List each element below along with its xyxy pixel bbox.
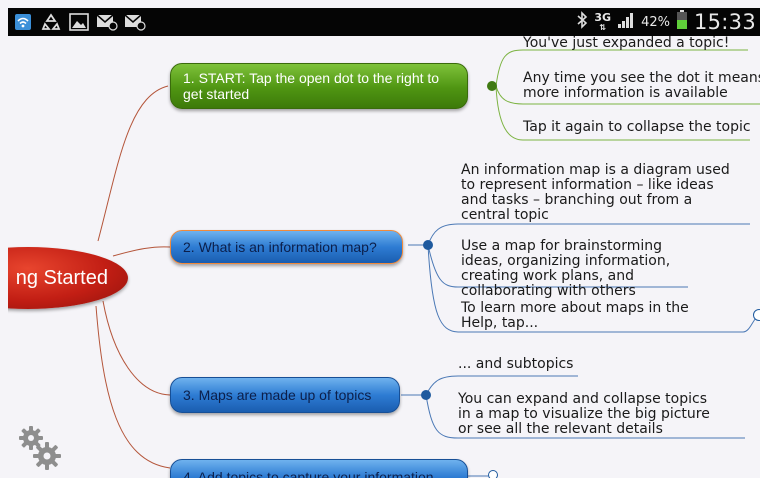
signal-icon — [617, 11, 635, 33]
status-bar: 3G ⇅ 42% 15:33 — [8, 8, 760, 36]
topic-2-information-map[interactable]: 2. What is an information map? — [170, 230, 403, 264]
system-status: 3G ⇅ 42% 15:33 — [576, 8, 756, 36]
central-topic-label: ng Started — [15, 266, 108, 289]
settings-gear-icon[interactable] — [16, 424, 62, 475]
expand-dot-topic-4[interactable] — [488, 470, 498, 478]
network-type: 3G ⇅ — [594, 10, 612, 32]
collapse-dot-topic-3[interactable] — [421, 390, 431, 400]
topic-label: 2. What is an information map? — [183, 239, 377, 255]
expand-dot-help[interactable] — [753, 309, 760, 321]
topic-4-add-topics[interactable]: 4. Add topics to capture your informatio… — [170, 459, 468, 478]
collapse-dot-topic-2[interactable] — [423, 240, 433, 250]
subtopic[interactable]: An information map is a diagram used to … — [461, 163, 733, 223]
subtopic[interactable]: To learn more about maps in the Help, ta… — [461, 301, 721, 331]
wifi-icon — [12, 11, 34, 33]
mind-map-canvas[interactable]: ng Started 1. START: Tap the open dot to… — [8, 36, 760, 478]
bluetooth-icon — [576, 11, 588, 33]
subtopic[interactable]: ... and subtopics — [458, 357, 588, 372]
topic-label: 1. START: Tap the open dot to the right … — [183, 70, 440, 102]
missed-email-icon — [124, 11, 146, 33]
subtopic[interactable]: You've just expanded a topic! — [523, 36, 753, 51]
battery-percent: 42% — [641, 14, 670, 30]
subtopic[interactable]: Any time you see the dot it means more i… — [523, 71, 760, 101]
subtopic[interactable]: Use a map for brainstorming ideas, organ… — [461, 239, 706, 299]
subtopic[interactable]: Tap it again to collapse the topic — [523, 120, 753, 135]
missed-email-icon — [96, 11, 118, 33]
subtopic[interactable]: You can expand and collapse topics in a … — [458, 392, 723, 437]
notification-icons — [12, 11, 146, 33]
topic-label: 3. Maps are made up of topics — [183, 387, 372, 403]
collapse-dot-topic-1[interactable] — [487, 81, 497, 91]
topic-label: 4. Add topics to capture your informatio… — [183, 469, 434, 478]
recycle-icon — [40, 11, 62, 33]
gallery-icon — [68, 11, 90, 33]
clock: 15:33 — [693, 10, 756, 34]
battery-icon — [676, 10, 688, 34]
topic-3-maps-made-of-topics[interactable]: 3. Maps are made up of topics — [170, 377, 400, 413]
topic-1-start[interactable]: 1. START: Tap the open dot to the right … — [170, 63, 468, 109]
